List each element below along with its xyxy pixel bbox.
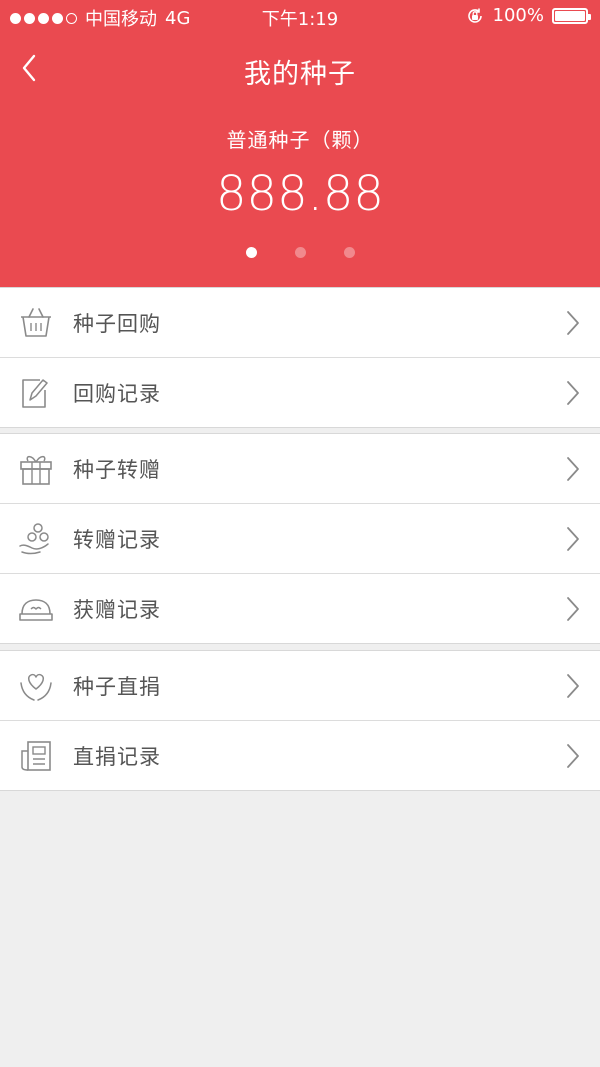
menu-item-seed-transfer[interactable]: 种子转赠 xyxy=(0,434,600,504)
battery-icon xyxy=(552,7,591,24)
menu-group-donation: 种子直捐 直捐记录 xyxy=(0,650,600,791)
chevron-right-icon xyxy=(566,456,580,482)
menu-group-buyback: 种子回购 回购记录 xyxy=(0,287,600,428)
menu-item-label: 种子直捐 xyxy=(73,675,161,699)
chevron-right-icon xyxy=(566,310,580,336)
gift-icon xyxy=(18,452,54,486)
balance-value: 888.88 xyxy=(216,166,384,222)
hand-coins-icon xyxy=(18,522,54,556)
chevron-right-icon xyxy=(566,526,580,552)
page-dot-1[interactable] xyxy=(245,247,257,258)
chevron-right-icon xyxy=(566,596,580,622)
heart-hands-icon xyxy=(18,669,54,703)
menu-item-label: 种子转赠 xyxy=(73,458,161,482)
menu-item-label: 直捐记录 xyxy=(73,745,161,769)
menu-group-transfer: 种子转赠 转赠记录 获赠记录 xyxy=(0,433,600,644)
page-indicator[interactable] xyxy=(0,247,600,258)
menu-item-label: 回购记录 xyxy=(73,382,161,406)
menu-item-seed-donation[interactable]: 种子直捐 xyxy=(0,651,600,721)
document-list-icon xyxy=(18,739,54,773)
battery-percent: 100% xyxy=(492,5,544,26)
menu-item-label: 获赠记录 xyxy=(73,598,161,622)
chevron-right-icon xyxy=(566,673,580,699)
chevron-right-icon xyxy=(566,743,580,769)
chevron-right-icon xyxy=(566,380,580,406)
menu-item-transfer-records[interactable]: 转赠记录 xyxy=(0,504,600,574)
edit-note-icon xyxy=(18,376,54,410)
page-title: 我的种子 xyxy=(244,59,356,90)
menu-item-seed-buyback[interactable]: 种子回购 xyxy=(0,288,600,358)
rotation-lock-icon xyxy=(465,6,485,26)
balance-label: 普通种子（颗） xyxy=(226,128,374,152)
menu-item-label: 种子回购 xyxy=(73,312,161,336)
status-bar: 中国移动 4G 下午1:19 100% xyxy=(0,0,600,34)
receive-tray-icon xyxy=(18,592,54,626)
menu-item-received-records[interactable]: 获赠记录 xyxy=(0,574,600,643)
page-dot-2[interactable] xyxy=(294,247,306,258)
menu-item-label: 转赠记录 xyxy=(73,528,161,552)
menu-item-donation-records[interactable]: 直捐记录 xyxy=(0,721,600,790)
header-banner: 中国移动 4G 下午1:19 100% 我的种子 普通种子（颗） 888.88 xyxy=(0,0,600,287)
menu-item-buyback-records[interactable]: 回购记录 xyxy=(0,358,600,427)
basket-icon xyxy=(18,306,54,340)
nav-bar: 我的种子 xyxy=(0,40,600,96)
page-dot-3[interactable] xyxy=(343,247,355,258)
